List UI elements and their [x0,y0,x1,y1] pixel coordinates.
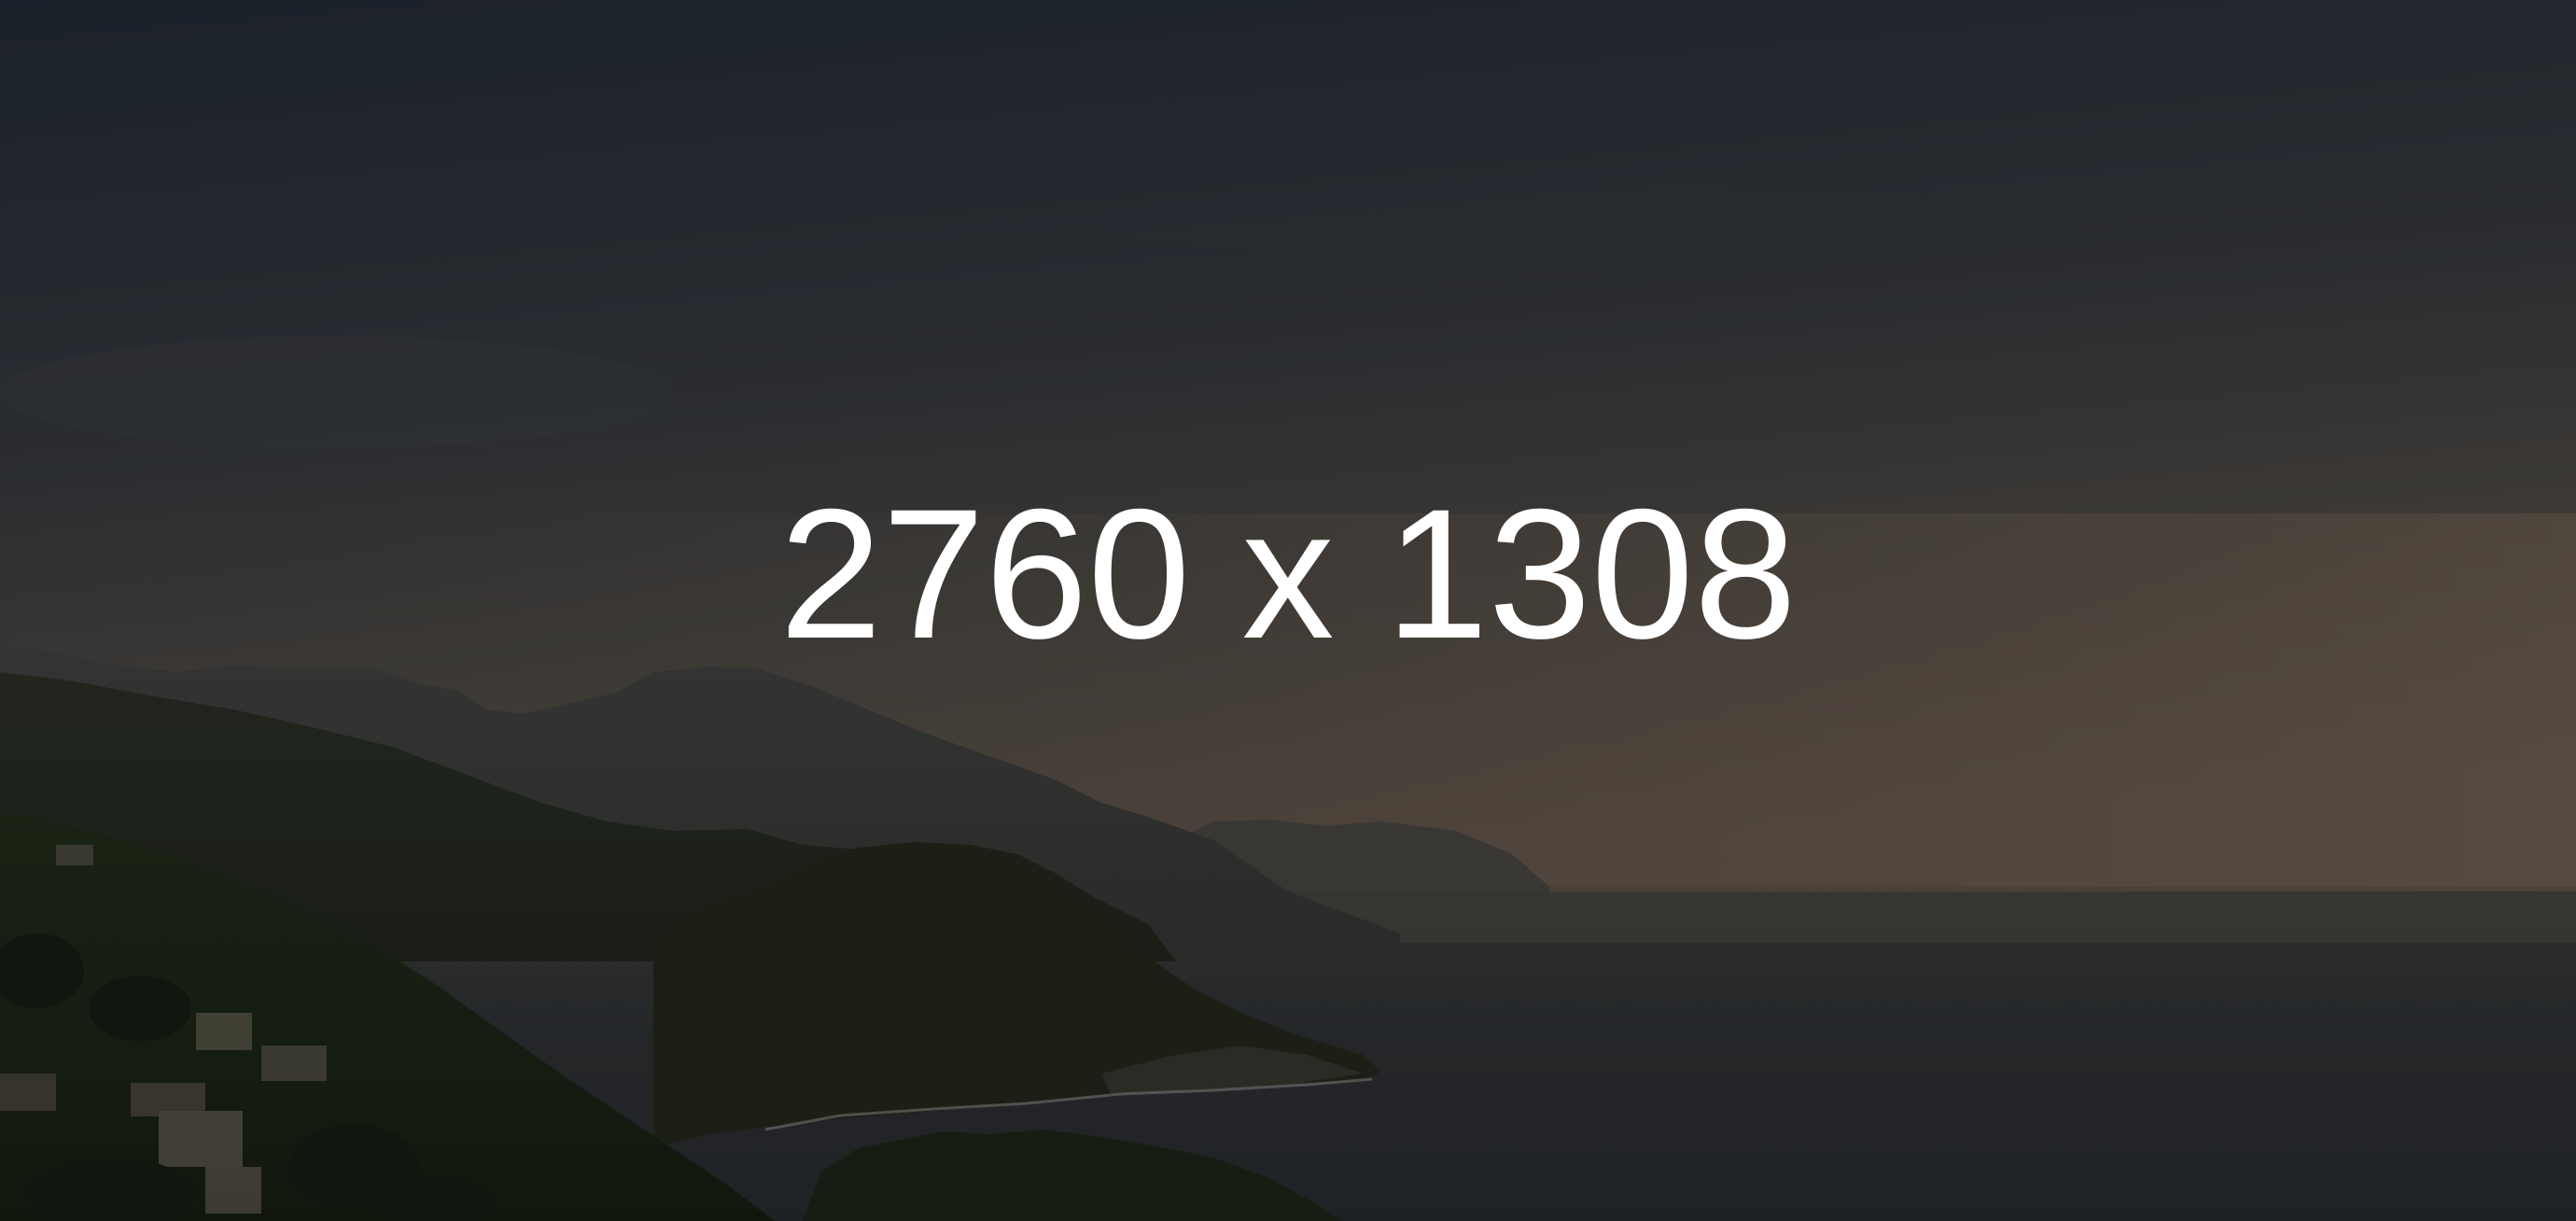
dimension-label: 2760 x 1308 [779,470,1797,677]
placeholder-image: 2760 x 1308 [0,0,2576,1221]
